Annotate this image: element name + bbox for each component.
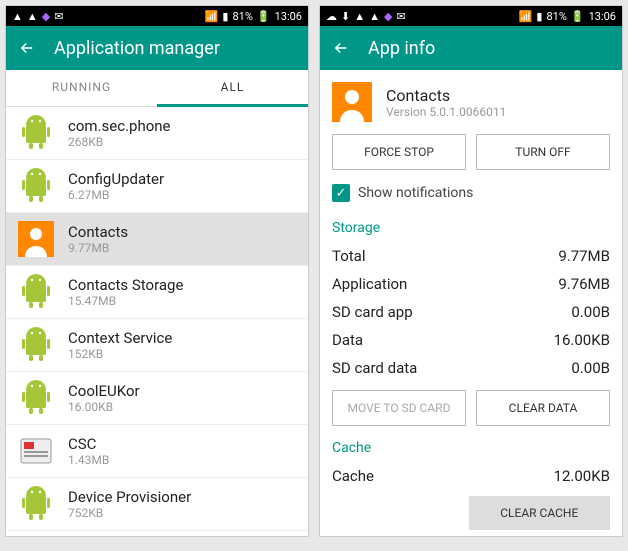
storage-key: Application bbox=[332, 275, 407, 293]
android-icon bbox=[18, 115, 54, 151]
notif-icon: ◆ bbox=[42, 10, 50, 23]
header: App info bbox=[320, 26, 622, 70]
tab-all[interactable]: ALL bbox=[157, 70, 308, 107]
app-name: Contacts bbox=[386, 86, 506, 105]
storage-row: SD card data 0.00B bbox=[320, 354, 622, 382]
storage-row: Data 16.00KB bbox=[320, 326, 622, 354]
tabs: RUNNING ALL bbox=[6, 70, 308, 107]
turn-off-button[interactable]: TURN OFF bbox=[476, 134, 610, 170]
status-bar: ☁ ⬇ ▲ ▲ ◆ ✉ 📶 ▮ 81% 🔋 13:06 bbox=[320, 6, 622, 26]
storage-section-title: Storage bbox=[320, 214, 622, 242]
storage-value: 9.76MB bbox=[558, 275, 610, 293]
show-notifications-checkbox[interactable]: ✓ Show notifications bbox=[320, 180, 622, 214]
page-title: App info bbox=[368, 38, 435, 59]
storage-value: 0.00B bbox=[571, 359, 610, 377]
app-size: 268KB bbox=[68, 135, 171, 149]
clock: 13:06 bbox=[589, 10, 616, 23]
app-row[interactable]: Contacts Storage15.47MB bbox=[6, 266, 308, 319]
app-row[interactable]: CoolEUKor16.00KB bbox=[6, 372, 308, 425]
storage-key: SD card data bbox=[332, 359, 417, 377]
clock: 13:06 bbox=[275, 10, 302, 23]
contacts-icon bbox=[332, 82, 372, 122]
battery-text: 81% bbox=[232, 10, 252, 23]
app-row[interactable]: CSC1.43MB bbox=[6, 425, 308, 478]
contacts-icon bbox=[18, 221, 54, 257]
app-header: Contacts Version 5.0.1.0066011 bbox=[320, 70, 622, 134]
status-bar: ▲ ▲ ◆ ✉ 📶 ▮ 81% 🔋 13:06 bbox=[6, 6, 308, 26]
download-icon: ⬇ bbox=[341, 10, 350, 23]
storage-key: Total bbox=[332, 247, 366, 265]
cache-value: 12.00KB bbox=[554, 467, 610, 485]
warning-icon: ▲ bbox=[12, 10, 23, 23]
cache-label: Cache bbox=[332, 467, 374, 485]
move-to-sd-button: MOVE TO SD CARD bbox=[332, 390, 466, 426]
warning-icon: ▲ bbox=[369, 10, 380, 23]
page-title: Application manager bbox=[54, 38, 220, 59]
cloud-icon: ☁ bbox=[326, 10, 337, 23]
app-size: 6.27MB bbox=[68, 188, 164, 202]
app-name: Device Provisioner bbox=[68, 488, 191, 506]
app-row[interactable]: Device Provisioner752KB bbox=[6, 478, 308, 531]
android-icon bbox=[18, 274, 54, 310]
app-row[interactable]: Contacts9.77MB bbox=[6, 213, 308, 266]
storage-value: 16.00KB bbox=[554, 331, 610, 349]
app-size: 9.77MB bbox=[68, 241, 128, 255]
force-stop-button[interactable]: FORCE STOP bbox=[332, 134, 466, 170]
android-icon bbox=[18, 486, 54, 522]
app-manager-screen: ▲ ▲ ◆ ✉ 📶 ▮ 81% 🔋 13:06 Application mana… bbox=[5, 5, 309, 537]
clear-cache-button[interactable]: CLEAR CACHE bbox=[469, 496, 610, 530]
cache-row: Cache 12.00KB bbox=[320, 462, 622, 490]
storage-value: 9.77MB bbox=[558, 247, 610, 265]
mail-icon: ✉ bbox=[396, 10, 405, 23]
app-row[interactable]: Context Service152KB bbox=[6, 319, 308, 372]
app-name: ConfigUpdater bbox=[68, 170, 164, 188]
app-size: 15.47MB bbox=[68, 294, 183, 308]
app-version: Version 5.0.1.0066011 bbox=[386, 105, 506, 119]
wifi-icon: 📶 bbox=[205, 10, 219, 23]
app-row[interactable]: com.sec.phone268KB bbox=[6, 107, 308, 160]
signal-icon: ▮ bbox=[536, 10, 542, 23]
app-size: 152KB bbox=[68, 347, 172, 361]
android-icon bbox=[18, 380, 54, 416]
app-name: Contacts Storage bbox=[68, 276, 183, 294]
app-name: CoolEUKor bbox=[68, 382, 140, 400]
check-icon: ✓ bbox=[332, 184, 350, 202]
signal-icon: ▮ bbox=[222, 10, 228, 23]
cache-section-title: Cache bbox=[320, 434, 622, 462]
checkbox-label: Show notifications bbox=[358, 185, 473, 201]
warning-icon: ▲ bbox=[27, 10, 38, 23]
mail-icon: ✉ bbox=[54, 10, 63, 23]
app-size: 752KB bbox=[68, 506, 191, 520]
app-row[interactable]: ConfigUpdater6.27MB bbox=[6, 160, 308, 213]
tab-running[interactable]: RUNNING bbox=[6, 70, 157, 106]
notif-icon: ◆ bbox=[384, 10, 392, 23]
warning-icon: ▲ bbox=[354, 10, 365, 23]
app-name: Context Service bbox=[68, 329, 172, 347]
csc-icon bbox=[18, 433, 54, 469]
storage-row: SD card app 0.00B bbox=[320, 298, 622, 326]
android-icon bbox=[18, 168, 54, 204]
storage-row: Total 9.77MB bbox=[320, 242, 622, 270]
battery-text: 81% bbox=[546, 10, 566, 23]
app-list[interactable]: com.sec.phone268KBConfigUpdater6.27MBCon… bbox=[6, 107, 308, 536]
app-name: CSC bbox=[68, 435, 109, 453]
back-icon[interactable] bbox=[332, 39, 350, 57]
app-info-screen: ☁ ⬇ ▲ ▲ ◆ ✉ 📶 ▮ 81% 🔋 13:06 App info Con… bbox=[319, 5, 623, 537]
storage-row: Application 9.76MB bbox=[320, 270, 622, 298]
storage-key: Data bbox=[332, 331, 363, 349]
clear-data-button[interactable]: CLEAR DATA bbox=[476, 390, 610, 426]
back-icon[interactable] bbox=[18, 39, 36, 57]
app-size: 16.00KB bbox=[68, 400, 140, 414]
battery-icon: 🔋 bbox=[571, 10, 585, 23]
app-name: Contacts bbox=[68, 223, 128, 241]
app-name: com.sec.phone bbox=[68, 117, 171, 135]
storage-key: SD card app bbox=[332, 303, 413, 321]
wifi-icon: 📶 bbox=[519, 10, 533, 23]
android-icon bbox=[18, 327, 54, 363]
battery-icon: 🔋 bbox=[257, 10, 271, 23]
app-size: 1.43MB bbox=[68, 453, 109, 467]
storage-value: 0.00B bbox=[571, 303, 610, 321]
header: Application manager bbox=[6, 26, 308, 70]
